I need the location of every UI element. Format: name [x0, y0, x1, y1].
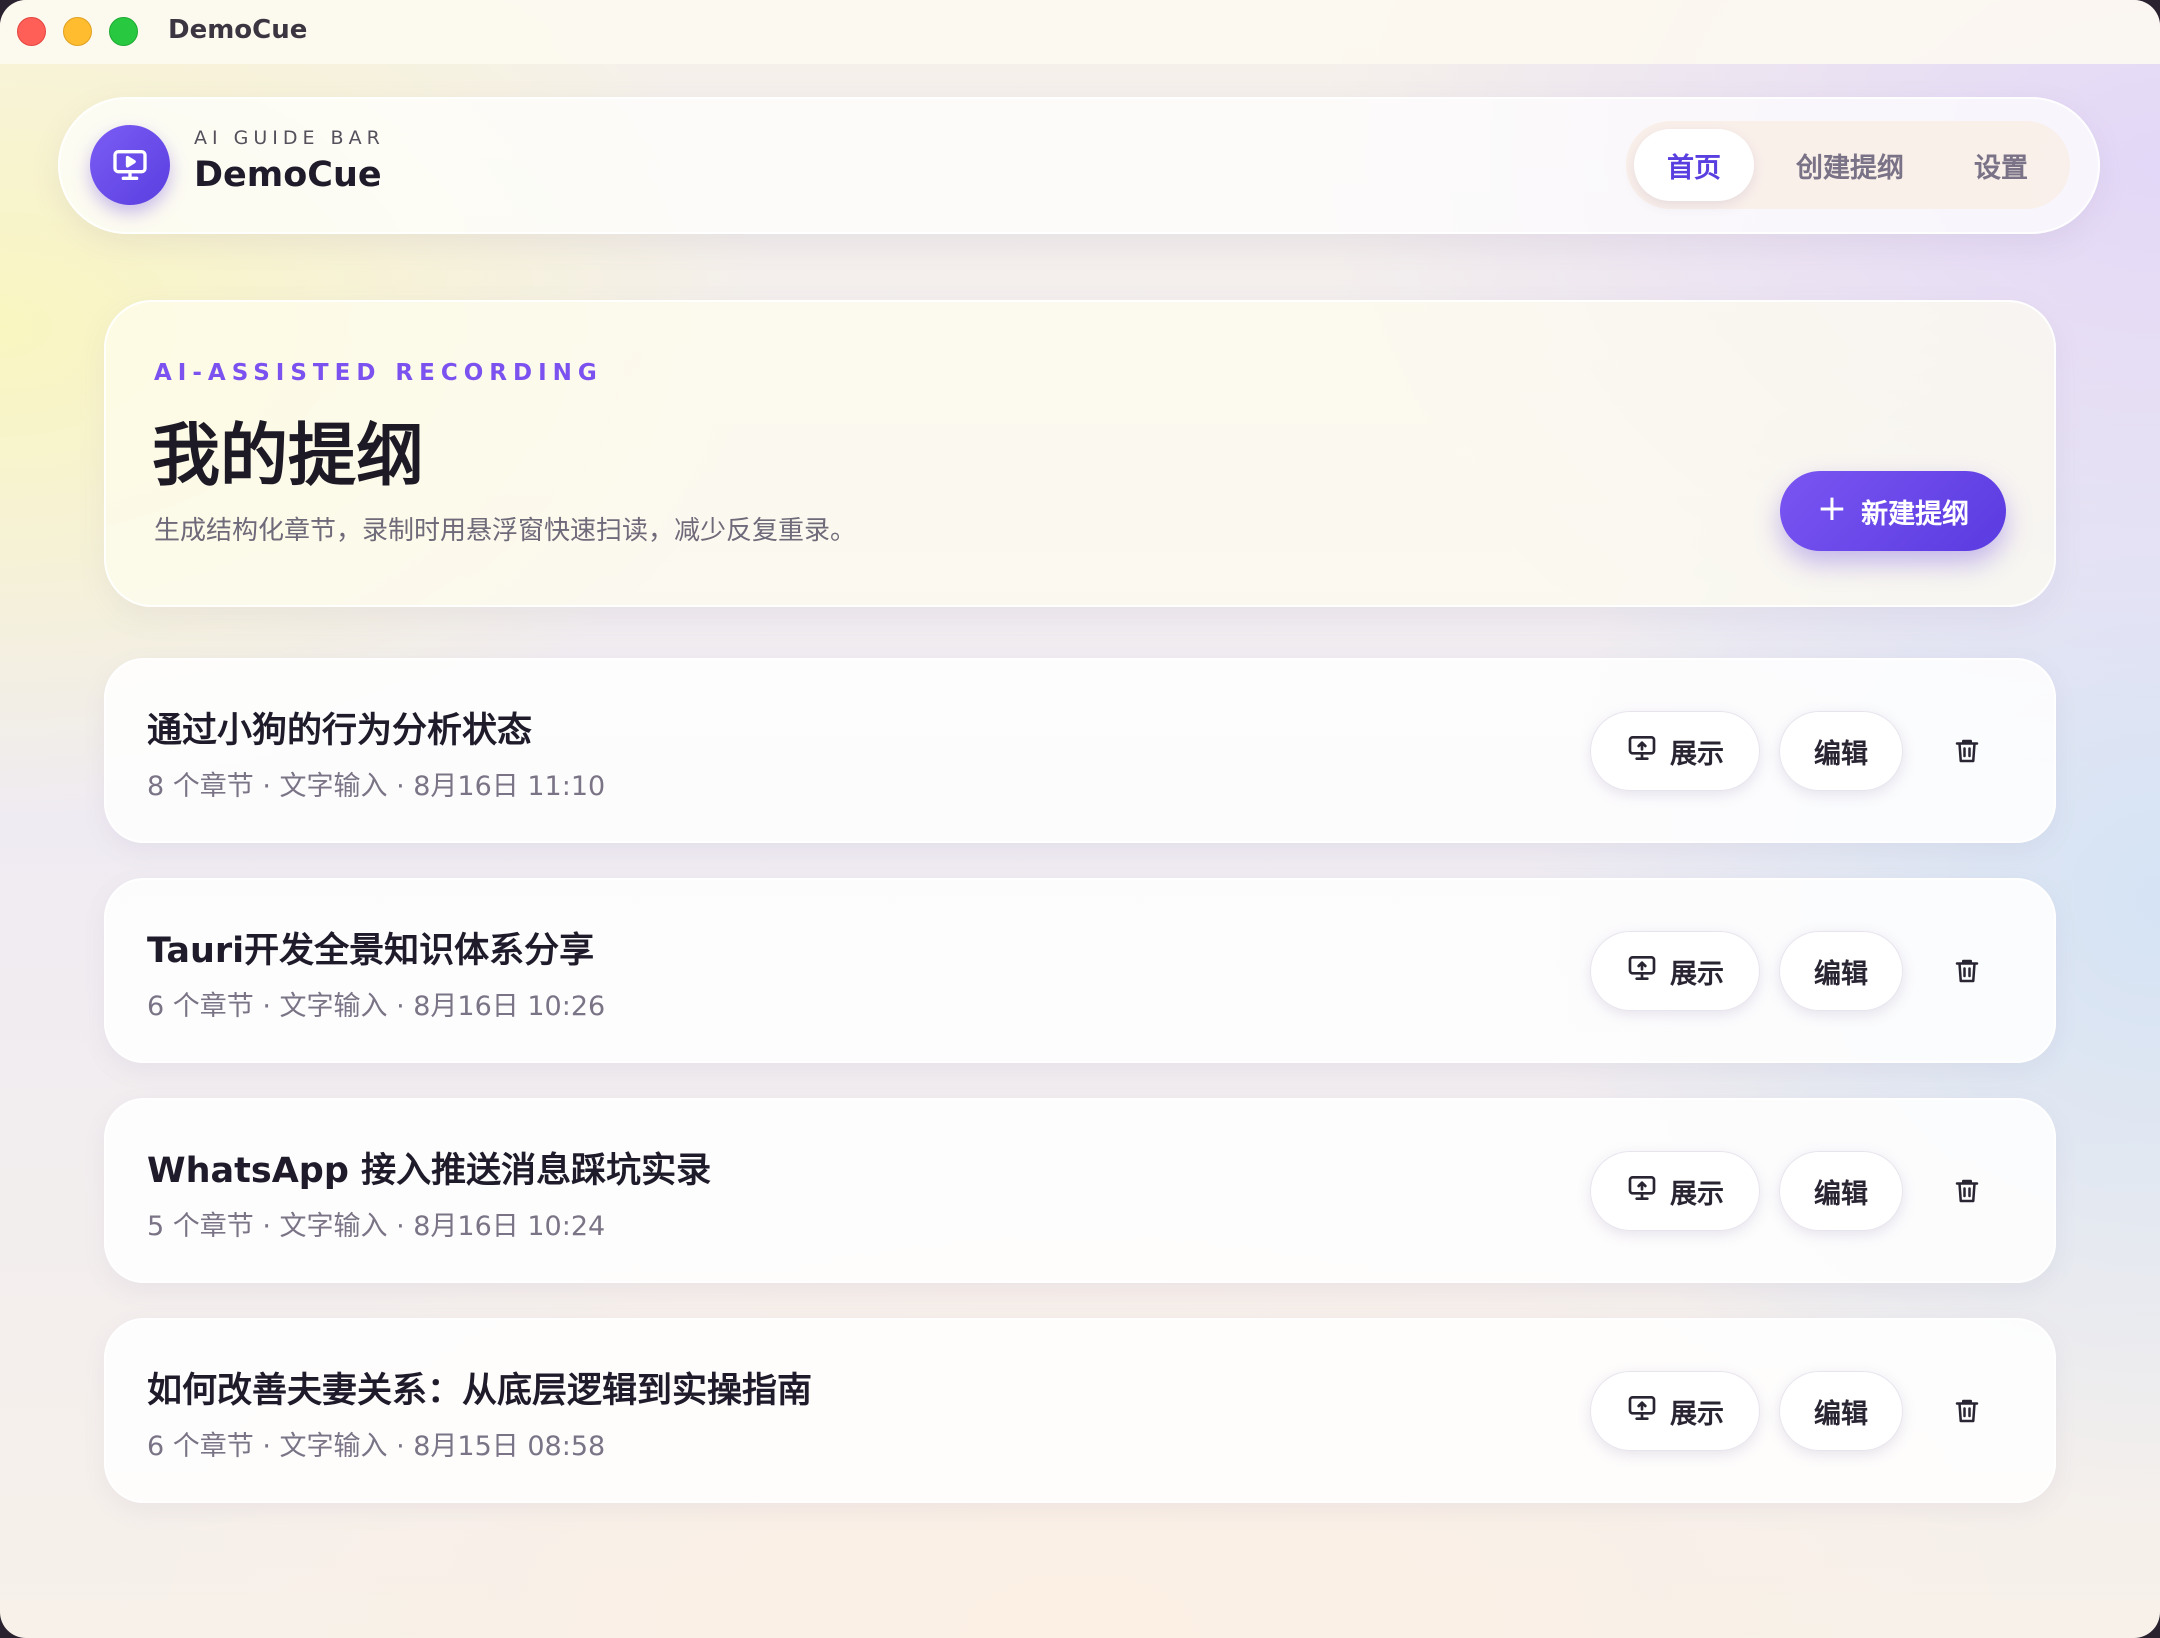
- present-label: 展示: [1670, 1398, 1724, 1430]
- close-window-button[interactable]: [17, 17, 46, 46]
- nav-create-outline[interactable]: 创建提纲: [1754, 129, 1946, 201]
- outline-meta: 6 个章节 · 文字输入 · 8月16日 10:26: [147, 991, 606, 1022]
- hero-description: 生成结构化章节，录制时用悬浮窗快速扫读，减少反复重录。: [154, 516, 857, 546]
- edit-button[interactable]: 编辑: [1779, 1151, 1903, 1231]
- edit-button[interactable]: 编辑: [1779, 1371, 1903, 1451]
- present-button[interactable]: 展示: [1590, 1371, 1760, 1451]
- present-label: 展示: [1670, 958, 1724, 990]
- page-title: 我的提纲: [152, 417, 425, 496]
- new-outline-button[interactable]: + 新建提纲: [1780, 471, 2006, 551]
- window-title: DemoCue: [168, 15, 308, 45]
- outline-card[interactable]: WhatsApp 接入推送消息踩坑实录 5 个章节 · 文字输入 · 8月16日…: [104, 1098, 2056, 1283]
- presentation-icon: [1626, 1172, 1658, 1211]
- outline-meta: 6 个章节 · 文字输入 · 8月15日 08:58: [147, 1431, 606, 1462]
- edit-button[interactable]: 编辑: [1779, 931, 1903, 1011]
- present-button[interactable]: 展示: [1590, 711, 1760, 791]
- title-bar: DemoCue: [0, 0, 2160, 64]
- presentation-icon: [1626, 1392, 1658, 1431]
- outline-card[interactable]: Tauri开发全景知识体系分享 6 个章节 · 文字输入 · 8月16日 10:…: [104, 878, 2056, 1063]
- presentation-icon: [1626, 732, 1658, 771]
- plus-icon: +: [1816, 488, 1848, 529]
- hero-panel: AI-ASSISTED RECORDING 我的提纲 生成结构化章节，录制时用悬…: [104, 300, 2056, 607]
- brand-subtitle: AI GUIDE BAR: [194, 127, 385, 149]
- edit-button[interactable]: 编辑: [1779, 711, 1903, 791]
- trash-icon[interactable]: [1944, 948, 1990, 994]
- outline-card[interactable]: 通过小狗的行为分析状态 8 个章节 · 文字输入 · 8月16日 11:10 展…: [104, 658, 2056, 843]
- minimize-window-button[interactable]: [63, 17, 92, 46]
- app-header: AI GUIDE BAR DemoCue 首页 创建提纲 设置: [58, 97, 2100, 234]
- outline-meta: 5 个章节 · 文字输入 · 8月16日 10:24: [147, 1211, 606, 1242]
- trash-icon[interactable]: [1944, 728, 1990, 774]
- present-label: 展示: [1670, 738, 1724, 770]
- hero-kicker: AI-ASSISTED RECORDING: [154, 360, 603, 386]
- outline-title: 如何改善夫妻关系：从底层逻辑到实操指南: [147, 1371, 813, 1411]
- outline-title: Tauri开发全景知识体系分享: [147, 931, 595, 971]
- monitor-play-icon: [90, 125, 170, 205]
- outline-card[interactable]: 如何改善夫妻关系：从底层逻辑到实操指南 6 个章节 · 文字输入 · 8月15日…: [104, 1318, 2056, 1503]
- nav-settings[interactable]: 设置: [1946, 129, 2056, 201]
- present-button[interactable]: 展示: [1590, 931, 1760, 1011]
- brand-title: DemoCue: [194, 155, 382, 195]
- nav-home[interactable]: 首页: [1634, 129, 1754, 201]
- outline-title: WhatsApp 接入推送消息踩坑实录: [147, 1151, 712, 1191]
- outline-meta: 8 个章节 · 文字输入 · 8月16日 11:10: [147, 771, 606, 802]
- presentation-icon: [1626, 952, 1658, 991]
- trash-icon[interactable]: [1944, 1168, 1990, 1214]
- new-outline-label: 新建提纲: [1861, 498, 1970, 530]
- main-nav: 首页 创建提纲 设置: [1626, 121, 2070, 209]
- app-window: DemoCue AI GUIDE BAR DemoCue 首页 创建提纲 设置 …: [0, 0, 2160, 1638]
- zoom-window-button[interactable]: [109, 17, 138, 46]
- present-label: 展示: [1670, 1178, 1724, 1210]
- present-button[interactable]: 展示: [1590, 1151, 1760, 1231]
- outline-title: 通过小狗的行为分析状态: [147, 711, 533, 751]
- trash-icon[interactable]: [1944, 1388, 1990, 1434]
